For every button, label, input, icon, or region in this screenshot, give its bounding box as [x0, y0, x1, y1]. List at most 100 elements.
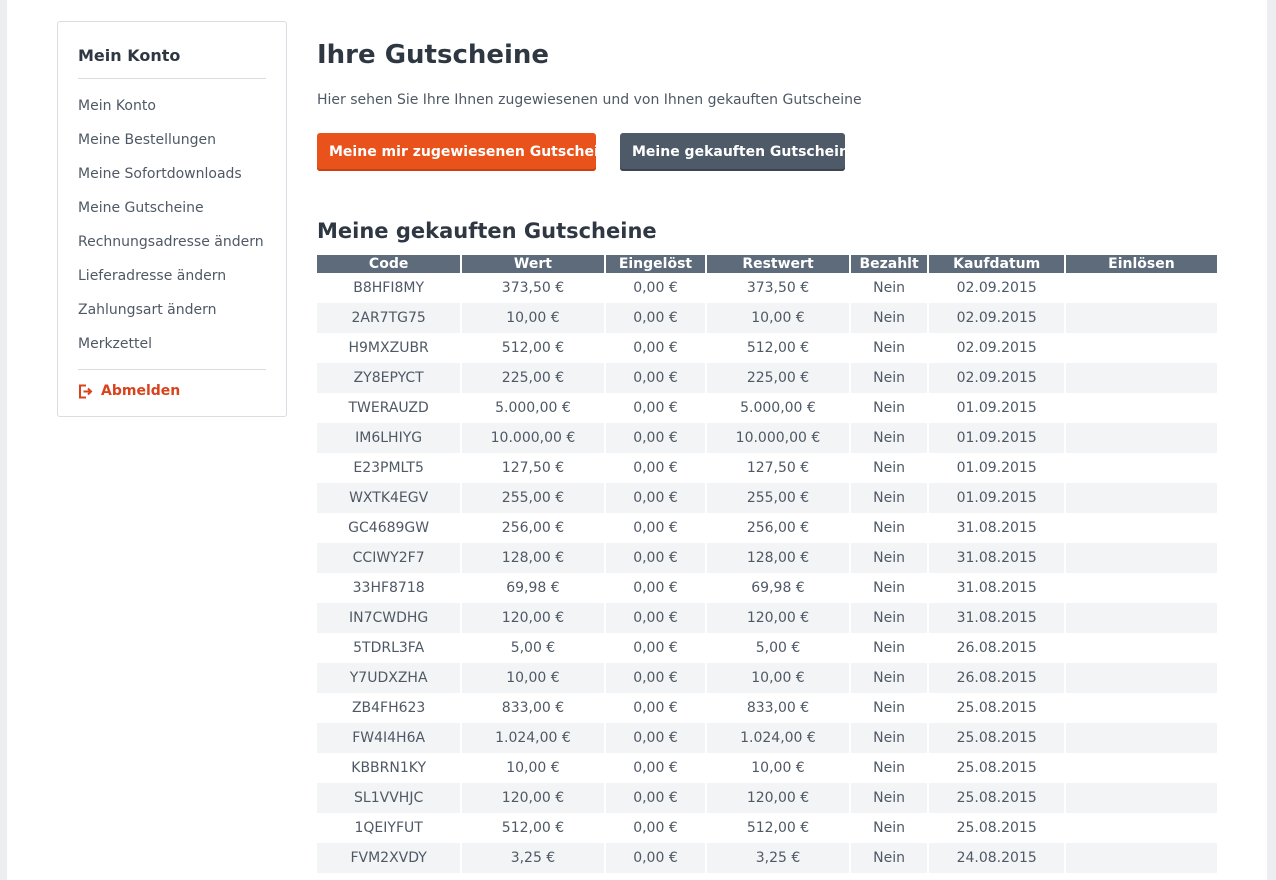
cell-eingeloest: 0,00 € [605, 543, 706, 573]
cell-wert: 10.000,00 € [462, 423, 604, 453]
cell-eingeloest: 0,00 € [605, 603, 706, 633]
cell-bezahlt: Nein [850, 723, 928, 753]
cell-kaufdatum: 31.08.2015 [929, 603, 1064, 633]
table-body: B8HFI8MY 373,50 €0,00 €373,50 € Nein 02.09.… [317, 273, 1217, 873]
cell-kaufdatum: 26.08.2015 [956, 640, 1037, 656]
bought-vouchers-button[interactable]: Meine gekauften Gutscheine [620, 133, 858, 171]
page-title: Ihre Gutscheine [317, 40, 550, 70]
section-title: Meine gekauften Gutscheine [317, 219, 657, 243]
table-row: Y7UDXZHA 10,00 €0,00 €10,00 € Nein 26.08.20… [317, 663, 1217, 693]
sidebar-item-lieferadresse[interactable]: Lieferadresse ändern [78, 266, 266, 300]
cell-bezahlt: Nein [850, 603, 928, 633]
sidebar-item-zahlungsart[interactable]: Zahlungsart ändern [78, 300, 266, 334]
cell-einloesen[interactable] [1065, 543, 1217, 573]
cell-einloesen[interactable] [1066, 513, 1217, 543]
cell-einloesen[interactable] [1065, 783, 1217, 813]
cell-kaufdatum: 25.08.2015 [956, 700, 1037, 716]
cell-einloesen[interactable] [1066, 693, 1217, 723]
cell-wert: 5.000,00 € [495, 400, 571, 416]
logout-link[interactable]: Abmelden [78, 370, 266, 399]
table-row: IN7CWDHG 120,00 €0,00 €120,00 € Nein 31.08.… [317, 603, 1217, 633]
cell-einloesen[interactable] [1066, 753, 1217, 783]
cell-kaufdatum: 24.08.2015 [929, 843, 1064, 873]
cell-einloesen[interactable] [1065, 663, 1217, 693]
cell-restwert: 120,00 € [707, 783, 849, 813]
cell-wert: 10,00 € [462, 663, 604, 693]
cell-einloesen[interactable] [1066, 393, 1217, 423]
cell-bezahlt: Nein [873, 340, 905, 356]
cell-eingeloest: 0,00 € [605, 843, 706, 873]
cell-code: 1QEIYFUT [354, 820, 423, 836]
cell-einloesen[interactable] [1066, 333, 1217, 363]
cell-einloesen[interactable] [1065, 483, 1217, 513]
cell-kaufdatum: 02.09.2015 [956, 280, 1037, 296]
cell-wert: 127,50 € [501, 460, 565, 476]
cell-code: SL1VVHJC [317, 783, 461, 813]
cell-einloesen[interactable] [1066, 633, 1217, 663]
cell-einloesen[interactable] [1065, 363, 1217, 393]
cell-einloesen[interactable] [1066, 813, 1217, 843]
header-restwert: Restwert [707, 255, 849, 273]
cell-code: 2AR7TG75 [317, 303, 461, 333]
table-row: E23PMLT5 127,50 € 0,00 € 127,50 € Nein 01.09.… [317, 453, 1217, 483]
cell-wert: 512,00 € [501, 340, 565, 356]
cell-code: GC4689GW [348, 520, 430, 536]
cell-restwert: 128,00 € [707, 543, 849, 573]
cell-code: CCIWY2F7 [317, 543, 461, 573]
cell-einloesen[interactable] [1066, 453, 1217, 483]
cell-eingeloest: 0,00 € [633, 400, 678, 416]
cell-einloesen[interactable] [1065, 603, 1217, 633]
cell-einloesen[interactable] [1065, 723, 1217, 753]
cell-restwert: 255,00 € [707, 483, 849, 513]
cell-bezahlt: Nein [850, 303, 928, 333]
sidebar-item-rechnungsadresse[interactable]: Rechnungsadresse ändern [78, 232, 266, 266]
header-bezahlt: Bezahlt [850, 255, 928, 273]
sidebar-item-sofortdownloads[interactable]: Meine Sofortdownloads [78, 164, 266, 198]
header-code: Code [317, 255, 461, 273]
sidebar-item-gutscheine[interactable]: Meine Gutscheine [78, 198, 266, 232]
sidebar-item-bestellungen[interactable]: Meine Bestellungen [78, 130, 266, 164]
cell-restwert: 512,00 € [746, 340, 810, 356]
cell-kaufdatum: 02.09.2015 [929, 363, 1064, 393]
cell-bezahlt: Nein [850, 663, 928, 693]
table-row: WXTK4EGV 255,00 €0,00 €255,00 € Nein 01.09.… [317, 483, 1217, 513]
cell-eingeloest: 0,00 € [633, 460, 678, 476]
table-row: B8HFI8MY 373,50 € 0,00 € 373,50 € Nein 02.09.… [317, 273, 1217, 303]
table-row: FW4I4H6A 1.024,00 €0,00 €1.024,00 € Nein 25… [317, 723, 1217, 753]
cell-einloesen[interactable] [1066, 273, 1217, 303]
cell-kaufdatum: 25.08.2015 [956, 820, 1037, 836]
cell-restwert: 1.024,00 € [707, 723, 849, 753]
cell-einloesen[interactable] [1065, 423, 1217, 453]
cell-bezahlt: Nein [850, 363, 928, 393]
cell-restwert: 512,00 € [746, 820, 810, 836]
sidebar-item-merkzettel[interactable]: Merkzettel [78, 334, 266, 368]
sidebar-title: Mein Konto [78, 22, 266, 79]
cell-wert: 120,00 € [462, 603, 604, 633]
vouchers-table: Code Wert Eingelöst Restwert Bezahlt Kau… [315, 255, 1219, 873]
assigned-vouchers-button[interactable]: Meine mir zugewiesenen Gutscheine [317, 133, 618, 171]
cell-kaufdatum: 31.08.2015 [956, 580, 1037, 596]
cell-restwert: 373,50 € [746, 280, 810, 296]
cell-restwert: 10,00 € [707, 303, 849, 333]
table-row: GC4689GW 256,00 € 0,00 € 256,00 € Nein 31.08.… [317, 513, 1217, 543]
cell-kaufdatum: 01.09.2015 [956, 400, 1037, 416]
sidebar-nav: Mein Konto Meine Bestellungen Meine Sofo… [78, 79, 266, 368]
cell-einloesen[interactable] [1065, 843, 1217, 873]
cell-kaufdatum: 02.09.2015 [929, 303, 1064, 333]
cell-eingeloest: 0,00 € [633, 820, 678, 836]
sidebar-item-mein-konto[interactable]: Mein Konto [78, 96, 266, 130]
cell-kaufdatum: 01.09.2015 [929, 423, 1064, 453]
table-row: 33HF8718 69,98 € 0,00 € 69,98 € Nein 31.08.20… [317, 573, 1217, 603]
cell-bezahlt: Nein [873, 700, 905, 716]
cell-einloesen[interactable] [1065, 303, 1217, 333]
cell-wert: 120,00 € [462, 783, 604, 813]
cell-restwert: 69,98 € [751, 580, 805, 596]
cell-eingeloest: 0,00 € [633, 520, 678, 536]
cell-wert: 373,50 € [501, 280, 565, 296]
cell-bezahlt: Nein [850, 543, 928, 573]
cell-eingeloest: 0,00 € [633, 580, 678, 596]
cell-bezahlt: Nein [850, 843, 928, 873]
cell-einloesen[interactable] [1066, 573, 1217, 603]
header-wert: Wert [462, 255, 604, 273]
cell-wert: 225,00 € [462, 363, 604, 393]
